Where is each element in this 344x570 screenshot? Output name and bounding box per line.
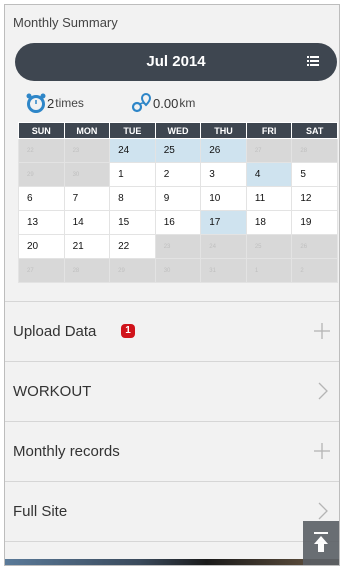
calendar-day[interactable]: 21 [63, 234, 111, 259]
calendar-day[interactable]: 11 [245, 186, 293, 211]
distance-unit: km [179, 96, 196, 110]
calendar-day[interactable]: 27 [18, 258, 65, 283]
calendar-day[interactable]: 20 [18, 234, 65, 259]
calendar-week-row: 13 14 15 16 17 18 19 [18, 210, 338, 235]
calendar-day[interactable]: 25 [154, 138, 202, 163]
calendar-day[interactable]: 2 [291, 258, 338, 283]
calendar-week-row: 22 23 24 25 26 27 28 [18, 138, 338, 163]
calendar-day[interactable]: 9 [154, 186, 202, 211]
calendar-day[interactable]: 24 [200, 234, 247, 259]
app-frame: Monthly Summary Jul 2014 2 times 0.00 km… [4, 4, 340, 566]
calendar-day[interactable]: 17 [200, 210, 247, 235]
calendar-day[interactable]: 3 [200, 162, 247, 187]
weekday-header: SUN [18, 122, 65, 139]
calendar-grid: SUN MON TUE WED THU FRI SAT 22 23 24 25 26 27… [18, 122, 338, 283]
chevron-right-icon [318, 382, 328, 400]
calendar-day[interactable]: 14 [63, 210, 111, 235]
menu-item-label: WORKOUT [13, 383, 92, 400]
calendar-day[interactable]: 6 [18, 186, 65, 211]
calendar-day[interactable]: 28 [63, 258, 111, 283]
notification-badge: 1 [121, 324, 135, 338]
calendar-day[interactable]: 4 [245, 162, 293, 187]
weekday-header: TUE [109, 122, 156, 139]
menu-item-workout[interactable]: WORKOUT [5, 361, 339, 421]
calendar-week-row: 27 28 29 30 31 1 2 [18, 258, 338, 283]
list-icon[interactable] [307, 55, 319, 67]
calendar-day[interactable]: 2 [154, 162, 202, 187]
calendar-day[interactable]: 12 [291, 186, 338, 211]
calendar-day[interactable]: 28 [291, 138, 338, 163]
calendar-day[interactable]: 7 [63, 186, 111, 211]
plus-icon [314, 323, 330, 339]
calendar-day[interactable]: 26 [291, 234, 338, 259]
calendar-day[interactable]: 18 [245, 210, 293, 235]
calendar-day[interactable]: 23 [63, 138, 111, 163]
menu-item-upload-data[interactable]: Upload Data 1 [5, 301, 339, 361]
times-unit: times [55, 96, 84, 110]
weekday-header: SAT [291, 122, 338, 139]
weekday-header: THU [200, 122, 247, 139]
calendar-day[interactable]: 30 [154, 258, 202, 283]
menu-item-monthly-records[interactable]: Monthly records [5, 421, 339, 481]
arrow-up-icon [314, 532, 328, 552]
scroll-top-button[interactable] [303, 521, 339, 565]
calendar-day[interactable]: 15 [109, 210, 156, 235]
calendar-day[interactable]: 29 [109, 258, 156, 283]
plus-icon [314, 443, 330, 459]
calendar-day[interactable]: 1 [245, 258, 293, 283]
calendar-week-row: 6 7 8 9 10 11 12 [18, 186, 338, 211]
calendar-day[interactable]: 22 [18, 138, 65, 163]
month-selector[interactable]: Jul 2014 [15, 43, 337, 81]
calendar-day[interactable]: 31 [200, 258, 247, 283]
menu-item-label: Full Site [13, 503, 68, 520]
calendar-day[interactable]: 27 [245, 138, 293, 163]
calendar-day[interactable]: 10 [200, 186, 247, 211]
banner-image [5, 559, 339, 565]
calendar-day[interactable]: 29 [18, 162, 65, 187]
distance-value: 0.00 [153, 95, 179, 111]
weekday-header: FRI [245, 122, 293, 139]
calendar-day[interactable]: 19 [291, 210, 338, 235]
calendar-week-row: 20 21 22 23 24 25 26 [18, 234, 338, 259]
weekday-header-row: SUN MON TUE WED THU FRI SAT [18, 122, 338, 139]
times-value: 2 [47, 95, 55, 111]
menu-item-full-site[interactable]: Full Site [5, 481, 339, 541]
month-label: Jul 2014 [146, 53, 206, 70]
menu-item-label: Upload Data [13, 323, 97, 340]
chevron-right-icon [318, 502, 328, 520]
distance-stat: 0.00 km [131, 91, 195, 115]
calendar-day[interactable]: 16 [154, 210, 202, 235]
calendar-day[interactable]: 22 [109, 234, 156, 259]
calendar-day[interactable]: 24 [109, 138, 156, 163]
page-title: Monthly Summary [13, 15, 118, 30]
calendar-day[interactable]: 26 [200, 138, 247, 163]
calendar-day[interactable]: 25 [245, 234, 293, 259]
route-pin-icon [131, 92, 152, 113]
calendar-day[interactable]: 1 [109, 162, 156, 187]
calendar-day[interactable]: 5 [291, 162, 338, 187]
weekday-header: WED [154, 122, 202, 139]
calendar-day[interactable]: 23 [154, 234, 202, 259]
calendar-day[interactable]: 30 [63, 162, 111, 187]
calendar-day[interactable]: 13 [18, 210, 65, 235]
calendar-week-row: 29 30 1 2 3 4 5 [18, 162, 338, 187]
alarm-clock-icon [26, 93, 46, 113]
times-stat: 2 times [25, 91, 84, 115]
menu-list: Upload Data 1 WORKOUT Monthly records Fu… [5, 301, 339, 565]
weekday-header: MON [63, 122, 111, 139]
calendar-day[interactable]: 8 [109, 186, 156, 211]
menu-item-label: Monthly records [13, 443, 120, 460]
